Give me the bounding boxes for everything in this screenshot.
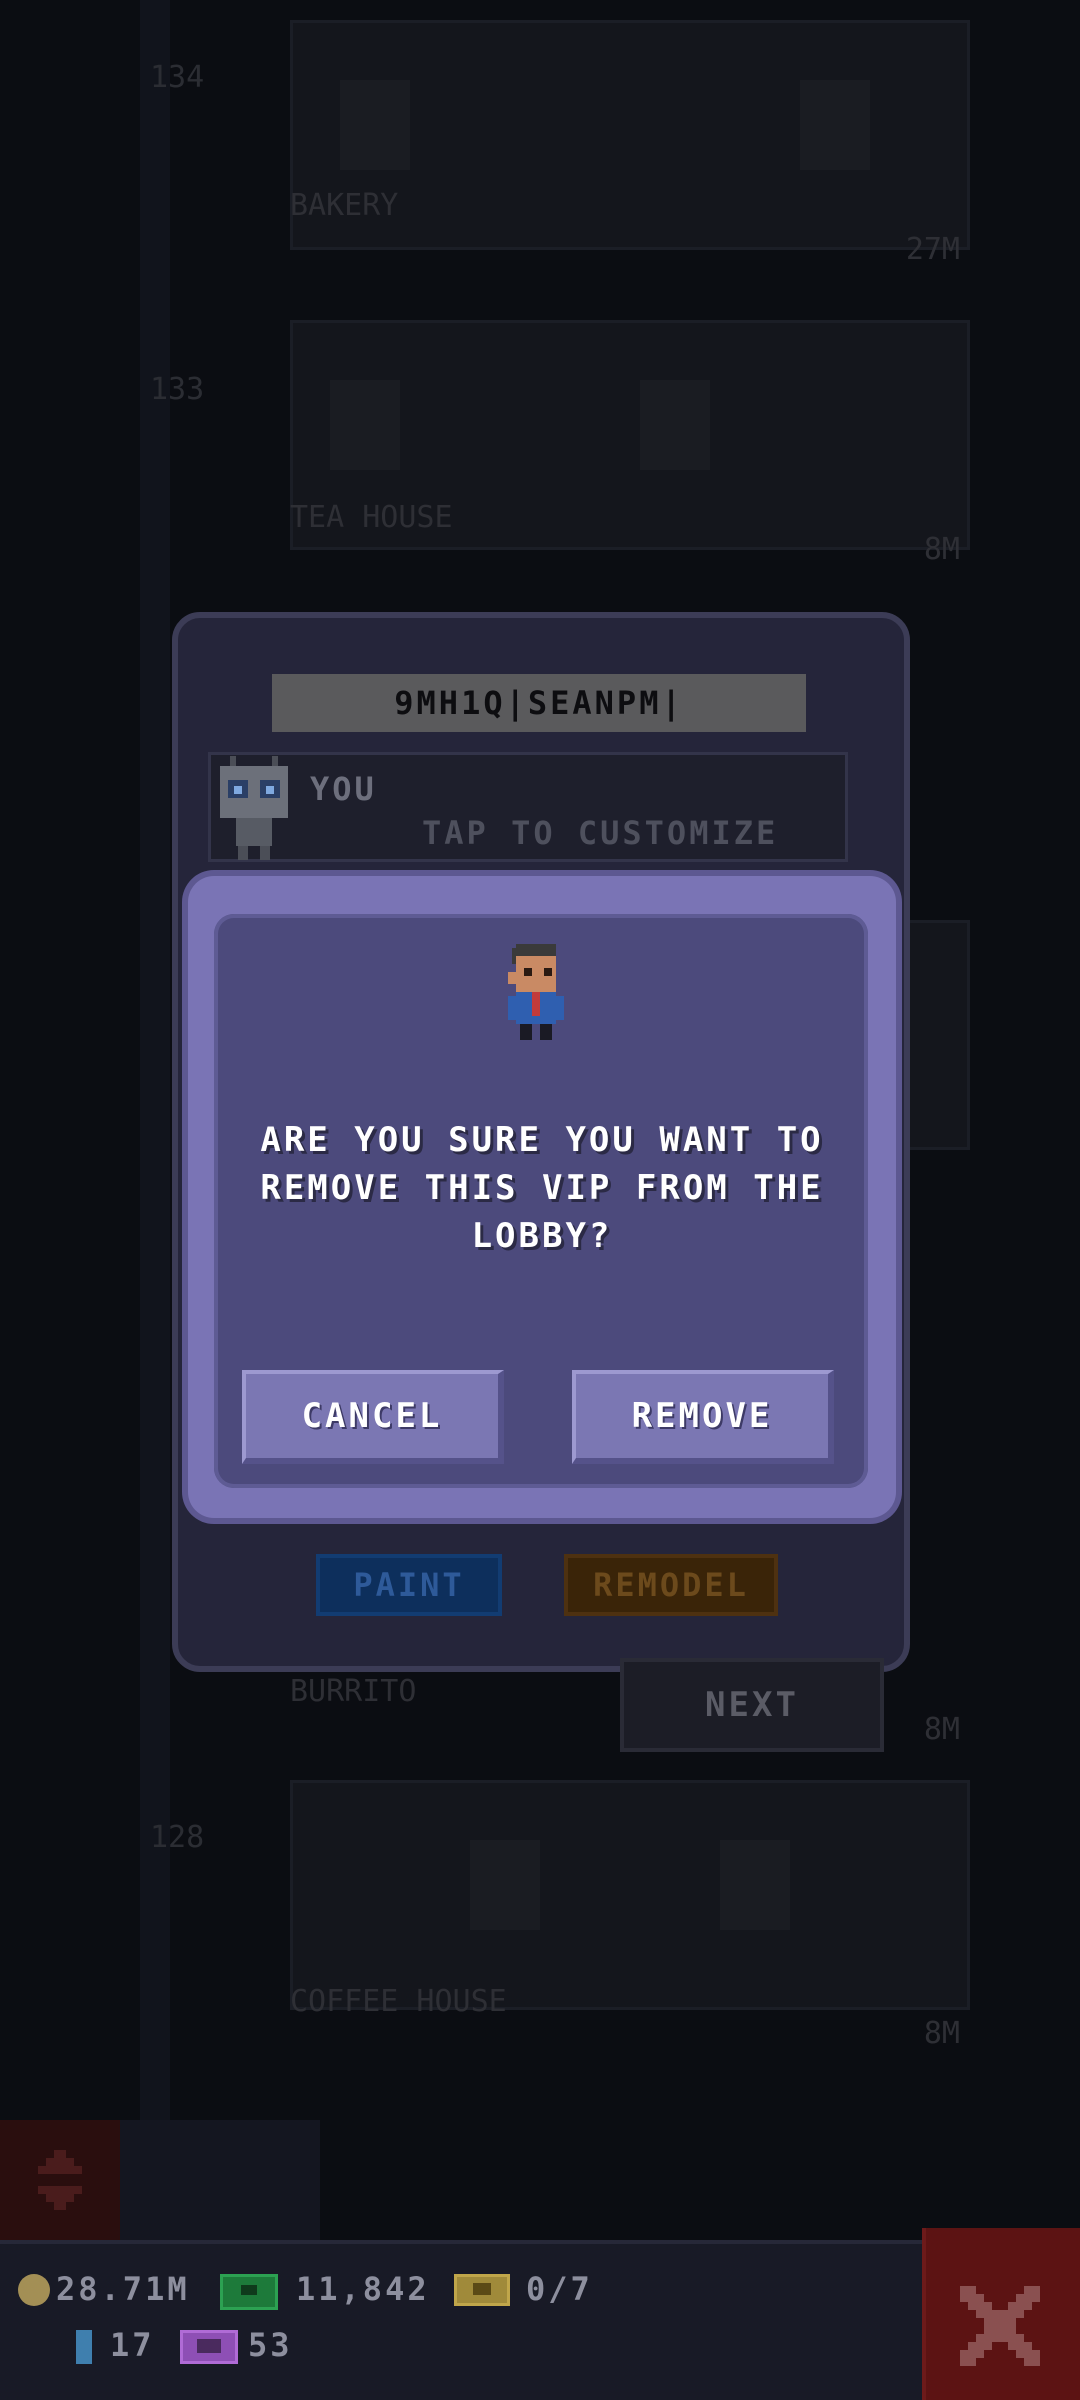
- bux-icon: [220, 2274, 278, 2310]
- elevator-icon: [38, 2150, 82, 2210]
- tower-floor: 128 COFFEE HOUSE 8M: [0, 1760, 1080, 2060]
- cancel-button[interactable]: CANCEL: [242, 1370, 504, 1464]
- bux-value: 11,842: [296, 2270, 430, 2308]
- vip-ticket-icon: [454, 2274, 510, 2306]
- floor-name: COFFEE HOUSE: [290, 1984, 507, 2019]
- floor-name: BURRITO: [290, 1674, 417, 1709]
- player-name-field[interactable]: 9MH1Q|SEANPM|: [272, 674, 806, 732]
- vip-count-value: 0/7: [526, 2270, 593, 2308]
- tv-icon: [180, 2330, 238, 2364]
- close-icon[interactable]: [960, 2286, 1040, 2366]
- floor-number: 128: [150, 1820, 205, 1855]
- remove-button[interactable]: REMOVE: [572, 1370, 834, 1464]
- floor-name: BAKERY: [290, 188, 399, 223]
- next-button[interactable]: NEXT: [620, 1658, 884, 1752]
- key-icon: [76, 2330, 92, 2364]
- confirm-message: ARE YOU SURE YOU WANT TO REMOVE THIS VIP…: [260, 1120, 824, 1256]
- coin-icon: [18, 2274, 50, 2306]
- floor-room: [290, 1780, 970, 2010]
- build-tab[interactable]: [120, 2120, 320, 2240]
- bottom-hud: [0, 2240, 1080, 2400]
- floor-level: 8M: [923, 532, 960, 567]
- tap-to-customize-label: TAP TO CUSTOMIZE: [422, 814, 779, 852]
- floor-decoration: [720, 1840, 790, 1930]
- coins-value: 28.71M: [56, 2270, 190, 2308]
- floor-level: 8M: [923, 2016, 960, 2051]
- vip-person-icon: [508, 944, 564, 1040]
- floor-decoration: [640, 380, 710, 470]
- hud-divider: [0, 2240, 930, 2244]
- floor-name: TEA HOUSE: [290, 500, 453, 535]
- tower-floor: 133 TEA HOUSE 8M: [0, 300, 1080, 600]
- remodel-button[interactable]: REMODEL: [564, 1554, 778, 1616]
- keys-value: 17: [110, 2326, 155, 2364]
- tower-floor: BAKERY 27M: [0, 0, 1080, 300]
- tv-tokens-value: 53: [248, 2326, 293, 2364]
- you-label: YOU: [310, 770, 377, 808]
- robot-avatar-icon: [220, 756, 288, 860]
- paint-button[interactable]: PAINT: [316, 1554, 502, 1616]
- floor-level: 8M: [923, 1712, 960, 1747]
- floor-decoration: [330, 380, 400, 470]
- floor-decoration: [470, 1840, 540, 1930]
- floor-level: 27M: [905, 232, 960, 267]
- floor-number: 133: [150, 372, 205, 407]
